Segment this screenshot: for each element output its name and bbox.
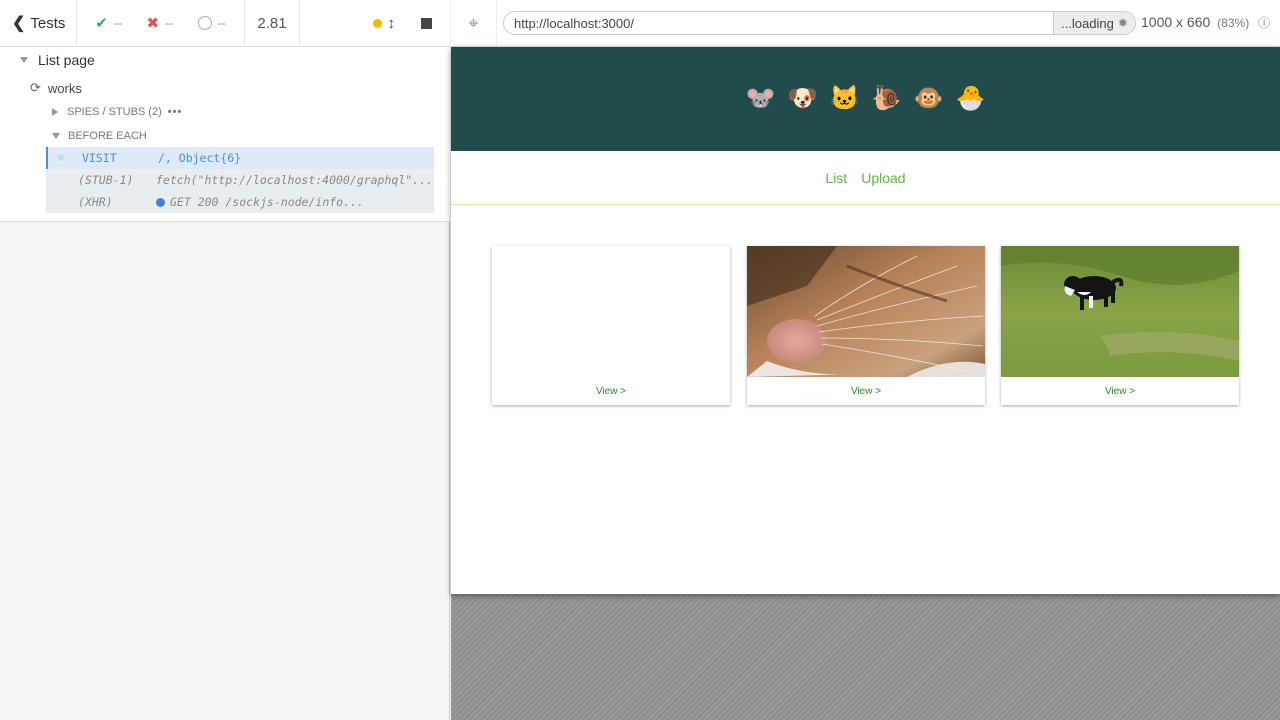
test-header[interactable]: ⟳ works [30, 80, 82, 96]
mouse-icon: 🐭 [745, 85, 776, 112]
info-icon[interactable]: ⓘ [1258, 16, 1270, 30]
command-message: fetch("http://localhost:4000/graphql"... [156, 173, 433, 187]
command-message: /, Object{6} [158, 151, 242, 165]
command-name: (XHR) [78, 195, 113, 209]
image-card: View > [492, 246, 730, 405]
spies-stubs-toggle[interactable]: SPIES / STUBS (2) ••• [52, 106, 182, 118]
view-link[interactable]: View > [492, 386, 730, 397]
tests-label: Tests [30, 14, 66, 32]
command-row-stub[interactable]: (STUB-1) fetch("http://localhost:4000/gr… [46, 169, 434, 191]
nav-upload-link[interactable]: Upload [861, 170, 905, 186]
snail-icon: 🐌 [871, 85, 902, 112]
view-link[interactable]: View > [747, 386, 985, 397]
crosshair-icon: ⌖ [468, 12, 479, 33]
caret-down-icon [52, 133, 60, 139]
spinner-icon: ✹ [1117, 16, 1128, 30]
passed-value: -- [113, 16, 122, 30]
more-icon: ••• [167, 106, 183, 118]
pending-count: -- [197, 16, 226, 30]
reporter-panel: ❮ Tests ✔ -- ✖ -- -- 2.81 ↕ List page ⟳ … [0, 0, 450, 720]
monkey-icon: 🐵 [913, 85, 944, 112]
before-each-hook[interactable]: BEFORE EACH [52, 130, 147, 142]
caret-right-icon [52, 108, 58, 116]
dog-photo [1001, 246, 1239, 377]
command-name: (STUB-1) [78, 173, 134, 187]
reporter-controls: ↕ [300, 0, 450, 47]
app-nav: List Upload [451, 151, 1280, 205]
viewport-scale: (83%) [1217, 16, 1250, 30]
reporter-stats-bar: ❮ Tests ✔ -- ✖ -- -- 2.81 ↕ [0, 0, 450, 47]
refresh-icon: ⟳ [30, 80, 41, 95]
app-banner: 🐭 🐶 🐱 🐌 🐵 🐣 [451, 47, 1280, 151]
suite-title: List page [38, 52, 95, 68]
command-message: GET 200 /sockjs-node/info... [156, 195, 434, 209]
auto-scroll-toggle[interactable]: ↕ [372, 14, 396, 32]
dog-icon: 🐶 [787, 85, 818, 112]
check-icon: ✔ [95, 15, 108, 32]
caret-down-icon [20, 57, 28, 63]
view-link[interactable]: View > [1001, 386, 1239, 397]
card-image-blank [492, 246, 730, 377]
cat-photo [747, 246, 985, 377]
loading-label: ...loading [1061, 15, 1114, 31]
test-title: works [47, 80, 82, 96]
loading-indicator: ...loading ✹ [1053, 12, 1135, 34]
arrow-up-down-icon: ↕ [387, 14, 396, 32]
running-indicator-icon [372, 18, 382, 28]
spies-label: SPIES / STUBS (2) [67, 106, 162, 118]
card-image-cat [747, 246, 985, 377]
hook-label: BEFORE EACH [68, 130, 147, 142]
stop-button[interactable] [421, 17, 432, 29]
suite-header[interactable]: List page [20, 52, 95, 68]
xhr-message: GET 200 /sockjs-node/info... [170, 195, 364, 209]
aut-area: 🐭 🐶 🐱 🐌 🐵 🐣 List Upload View > View > Vi… [451, 47, 1280, 720]
chick-icon: 🐣 [955, 85, 986, 112]
failed-count: ✖ -- [146, 14, 173, 32]
back-to-tests-button[interactable]: ❮ Tests [0, 0, 77, 47]
viewport-info: 1000 x 660 (83%) ⓘ [1141, 14, 1270, 31]
xhr-status-icon [156, 197, 165, 207]
pending-value: -- [217, 16, 226, 30]
duration-value: 2.81 [245, 0, 300, 47]
test-stats: ✔ -- ✖ -- -- [77, 0, 245, 47]
passed-count: ✔ -- [95, 14, 122, 32]
nav-list-link[interactable]: List [825, 170, 847, 186]
app-iframe: 🐭 🐶 🐱 🐌 🐵 🐣 List Upload View > View > Vi… [451, 47, 1280, 594]
url-input[interactable] [504, 15, 1053, 31]
chevron-left-icon: ❮ [12, 15, 26, 32]
card-image-dog [1001, 246, 1239, 377]
image-card: View > [747, 246, 985, 405]
viewport-size: 1000 x 660 [1141, 14, 1211, 30]
url-bar: ...loading ✹ [503, 11, 1136, 35]
image-card: View > [1001, 246, 1239, 405]
command-row-xhr[interactable]: (XHR) GET 200 /sockjs-node/info... [46, 191, 434, 213]
failed-value: -- [165, 16, 174, 30]
command-name: VISIT [82, 151, 117, 165]
command-row-visit[interactable]: ☼ VISIT /, Object{6} [46, 147, 434, 169]
loading-spinner-icon: ☼ [57, 151, 65, 165]
selector-playground-button[interactable]: ⌖ [451, 0, 497, 47]
aut-header: ⌖ ...loading ✹ 1000 x 660 (83%) ⓘ [451, 0, 1280, 47]
pending-circle-icon [197, 16, 212, 30]
x-icon: ✖ [146, 15, 160, 32]
cat-icon: 🐱 [829, 85, 860, 112]
command-log: List page ⟳ works SPIES / STUBS (2) ••• … [0, 47, 450, 222]
